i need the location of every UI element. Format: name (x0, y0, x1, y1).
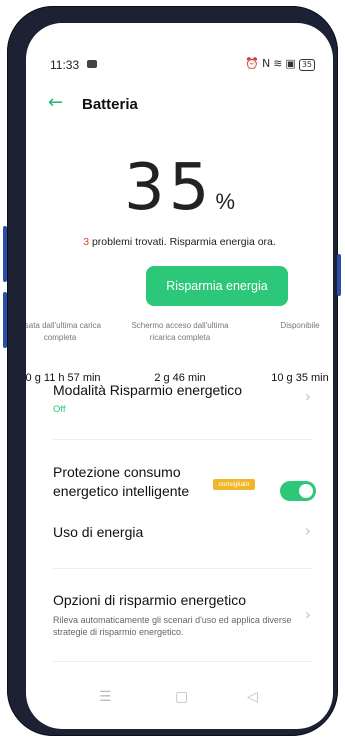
stat-used-since-charge: Usata dall'ultima carica completa 10 g 1… (26, 320, 110, 384)
problems-text: problemi trovati. Risparmia energia ora. (89, 236, 276, 248)
divider (53, 568, 313, 569)
screen: 11:33 ⏰N≋▣ 35 ← Batteria 35% 3 problemi t… (26, 23, 333, 729)
battery-icon: 35 (298, 59, 315, 71)
smart-protection-row: Protezione consumo energetico intelligen… (53, 463, 203, 501)
battery-percent-value: 35 (124, 151, 214, 225)
battery-percentage: 35% (26, 151, 333, 225)
saving-options-description: Rileva automaticamente gli scenari d'uso… (53, 615, 292, 637)
save-energy-button[interactable]: Risparmia energia (146, 266, 288, 306)
wifi-icon: ≋ (273, 57, 286, 70)
power-saving-status: Off (53, 404, 66, 415)
battery-percent-sign: % (215, 189, 235, 214)
stat-screen-on: Schermo acceso dall'ultima ricarica comp… (130, 320, 230, 384)
toggle-knob (299, 484, 313, 498)
power-saving-title: Modalità Risparmio energetico (53, 382, 243, 398)
menu-icon[interactable]: ☰ (99, 689, 112, 705)
back-arrow-icon[interactable]: ← (48, 93, 63, 113)
chevron-right-icon: › (304, 521, 311, 540)
divider (53, 439, 313, 440)
stat-label: Disponibile (280, 321, 320, 330)
header: ← Batteria (26, 93, 333, 117)
page-title: Batteria (82, 96, 138, 113)
energy-usage-row[interactable]: Uso di energia (53, 523, 313, 542)
chevron-right-icon: › (304, 605, 311, 624)
smart-protection-title: Protezione consumo energetico intelligen… (53, 464, 190, 499)
stat-label: Usata dall'ultima carica completa (26, 321, 101, 342)
home-icon[interactable]: ▢ (175, 689, 188, 705)
nfc-icon: N (261, 57, 274, 70)
volume-down-button (3, 292, 7, 348)
recommended-badge: consigliato (213, 479, 255, 490)
notification-icon (87, 60, 97, 68)
phone-frame: 11:33 ⏰N≋▣ 35 ← Batteria 35% 3 problemi t… (3, 6, 341, 736)
problems-message: 3 problemi trovati. Risparmia energia or… (26, 236, 333, 248)
screenshot-icon: ▣ (285, 57, 299, 70)
saving-options-title: Opzioni di risparmio energetico (53, 592, 246, 608)
status-icons: ⏰N≋▣ 35 (245, 57, 315, 71)
back-icon[interactable]: ◁ (247, 689, 258, 705)
power-saving-row[interactable]: Modalità Risparmio energetico Off (53, 381, 313, 415)
chevron-right-icon: › (304, 387, 311, 406)
smart-protection-toggle[interactable] (280, 481, 316, 501)
saving-options-row[interactable]: Opzioni di risparmio energetico Rileva a… (53, 591, 293, 638)
volume-up-button (3, 226, 7, 282)
stat-available: Disponibile 10 g 35 min (250, 320, 333, 384)
power-button (337, 254, 341, 296)
divider (53, 661, 313, 662)
navigation-bar: ☰ ▢ ◁ (26, 671, 333, 729)
energy-usage-title: Uso di energia (53, 524, 144, 540)
status-time: 11:33 (50, 58, 80, 72)
status-bar: 11:33 ⏰N≋▣ 35 (26, 23, 333, 72)
stat-label: Schermo acceso dall'ultima ricarica comp… (131, 321, 229, 342)
alarm-icon: ⏰ (245, 57, 262, 70)
